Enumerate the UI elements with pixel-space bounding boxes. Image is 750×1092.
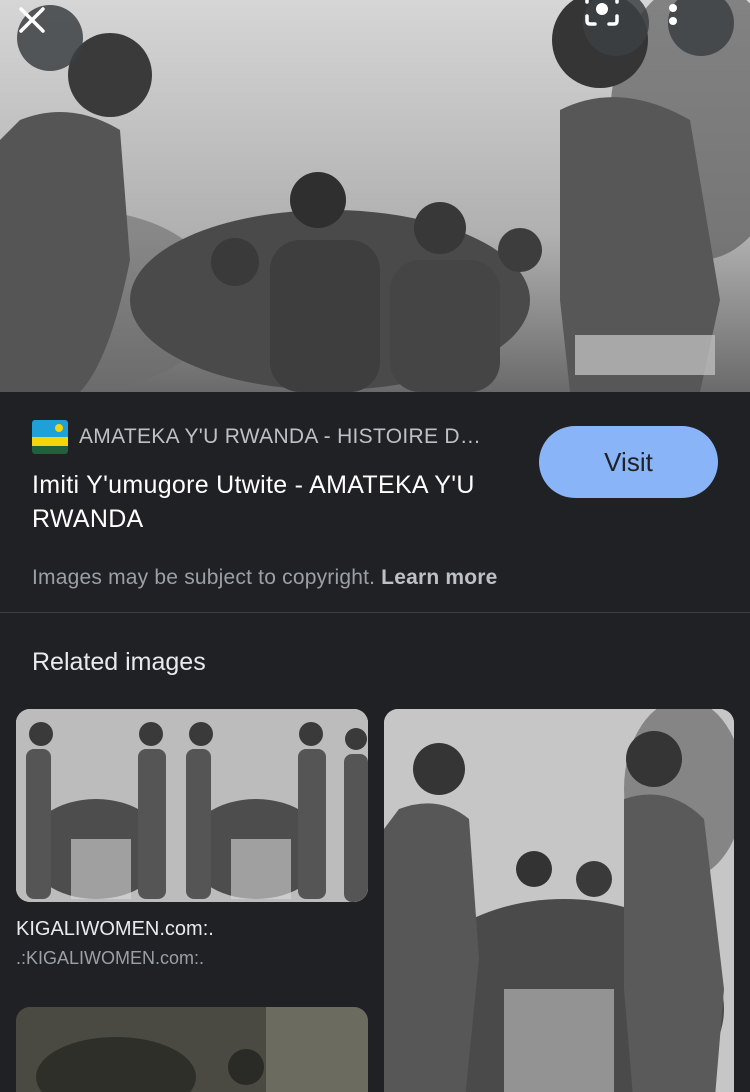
related-image-thumbnail[interactable] <box>384 709 734 1092</box>
result-title[interactable]: Imiti Y'umugore Utwite - AMATEKA Y'U RWA… <box>32 468 522 536</box>
divider <box>0 612 750 613</box>
image-viewer-page: AMATEKA Y'U RWANDA - HISTOIRE D… Imiti Y… <box>0 0 750 1092</box>
related-images-heading: Related images <box>32 648 206 676</box>
related-image-source: .:KIGALIWOMEN.com:. <box>16 948 205 968</box>
related-image-title[interactable]: KIGALIWOMEN.com:. <box>16 918 214 941</box>
related-image-photo <box>384 709 734 1092</box>
close-button[interactable] <box>17 5 83 71</box>
copyright-text: Images may be subject to copyright. <box>32 566 376 589</box>
image-info-panel: AMATEKA Y'U RWANDA - HISTOIRE D… Imiti Y… <box>0 392 750 612</box>
related-image-thumbnail[interactable] <box>16 1007 368 1092</box>
copyright-notice: Images may be subject to copyright. Learn… <box>32 566 498 590</box>
main-image-photo <box>0 0 750 392</box>
main-image[interactable] <box>0 0 750 392</box>
related-image-thumbnail[interactable] <box>16 709 368 902</box>
visit-button[interactable]: Visit <box>539 426 718 498</box>
related-image-photo <box>16 1007 368 1092</box>
related-image-photo <box>16 709 368 902</box>
site-favicon <box>32 420 68 454</box>
source-site-name[interactable]: AMATEKA Y'U RWANDA - HISTOIRE D… <box>79 425 481 449</box>
source-row[interactable]: AMATEKA Y'U RWANDA - HISTOIRE D… <box>32 420 481 454</box>
learn-more-link[interactable]: Learn more <box>381 566 497 589</box>
